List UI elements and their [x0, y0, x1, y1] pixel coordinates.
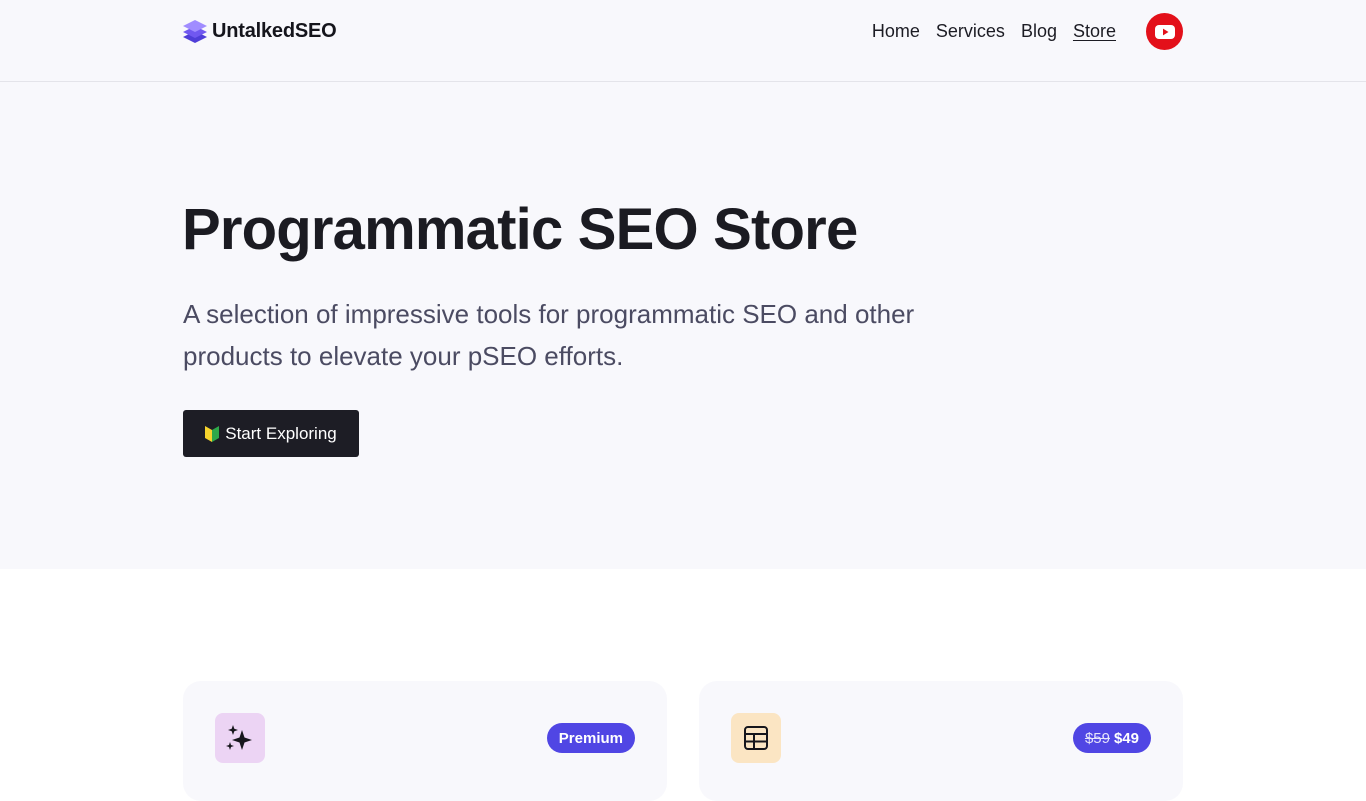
- table-layout-icon: [744, 726, 768, 750]
- hero-subtitle: A selection of impressive tools for prog…: [183, 299, 915, 371]
- start-exploring-label: Start Exploring: [225, 423, 337, 443]
- youtube-icon: [1154, 24, 1175, 39]
- product-icon-tile: [731, 713, 781, 763]
- premium-badge: Premium: [546, 723, 635, 753]
- youtube-button[interactable]: [1146, 13, 1183, 50]
- nav-home[interactable]: Home: [872, 19, 920, 43]
- nav-store[interactable]: Store: [1073, 19, 1116, 43]
- start-exploring-button[interactable]: Start Exploring: [183, 410, 359, 457]
- product-card[interactable]: Premium: [183, 681, 667, 801]
- brand-logo-link[interactable]: UntalkedSEO: [182, 17, 337, 45]
- beginner-leaf-icon: [205, 425, 220, 442]
- product-card[interactable]: $59 $49: [699, 681, 1183, 801]
- price-badge: $59 $49: [1072, 723, 1151, 753]
- sparkles-icon: [226, 725, 252, 750]
- main-navigation: Home Services Blog Store: [872, 19, 1116, 43]
- stacked-layers-logo-icon: [183, 20, 207, 43]
- hero-section: Programmatic SEO Store A selection of im…: [0, 82, 1366, 569]
- nav-blog[interactable]: Blog: [1021, 19, 1057, 43]
- nav-services[interactable]: Services: [936, 19, 1005, 43]
- product-grid: Premium $59 $49: [183, 681, 1183, 801]
- premium-badge-label: Premium: [558, 729, 623, 747]
- page-title: Programmatic SEO Store: [182, 197, 858, 262]
- brand-name: UntalkedSEO: [212, 19, 337, 42]
- sale-price: $49: [1113, 729, 1139, 747]
- original-price: $59: [1084, 729, 1110, 747]
- product-icon-tile: [215, 713, 265, 763]
- site-header: UntalkedSEO Home Services Blog Store: [0, 0, 1366, 82]
